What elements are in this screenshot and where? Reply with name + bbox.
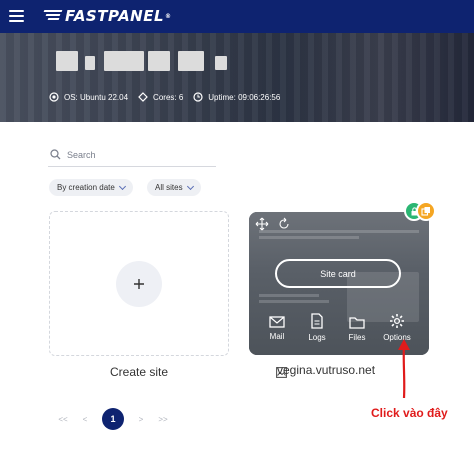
cores-stat: Cores: 6 bbox=[138, 92, 183, 102]
server-stats: OS: Ubuntu 22.04 Cores: 6 Uptime: 09:06:… bbox=[49, 92, 290, 102]
create-site-button[interactable] bbox=[116, 261, 162, 307]
redacted-server-name bbox=[104, 51, 144, 71]
logo-mark-icon bbox=[43, 10, 63, 22]
cpu-icon bbox=[138, 92, 148, 102]
mail-icon bbox=[269, 316, 285, 328]
brand-logo[interactable]: FASTPANEL ® bbox=[43, 7, 172, 25]
page-current-button[interactable]: 1 bbox=[102, 408, 124, 430]
scope-label: All sites bbox=[155, 183, 183, 192]
logs-action[interactable]: Logs bbox=[299, 313, 335, 342]
create-site-label[interactable]: Create site bbox=[49, 365, 229, 379]
files-label: Files bbox=[348, 333, 366, 342]
clock-icon bbox=[193, 92, 203, 102]
cores-text: Cores: 6 bbox=[153, 92, 184, 102]
pagination: << < 1 > >> bbox=[52, 408, 174, 430]
server-hero: OS: Ubuntu 22.04 Cores: 6 Uptime: 09:06:… bbox=[0, 33, 474, 122]
page-prev-button[interactable]: < bbox=[74, 415, 96, 424]
brand-name: FASTPANEL bbox=[65, 7, 165, 25]
page-first-button[interactable]: << bbox=[52, 415, 74, 424]
search-input[interactable] bbox=[67, 149, 207, 160]
screenshot-line bbox=[259, 236, 359, 239]
scope-dropdown[interactable]: All sites bbox=[147, 179, 201, 196]
redacted-server-name bbox=[215, 56, 227, 70]
redacted-server-name bbox=[85, 56, 95, 70]
redacted-server-name bbox=[148, 51, 170, 71]
redacted-server-name bbox=[56, 51, 78, 71]
plus-icon bbox=[134, 279, 144, 289]
page-last-button[interactable]: >> bbox=[152, 415, 174, 424]
refresh-icon[interactable] bbox=[277, 217, 291, 231]
document-icon bbox=[311, 313, 323, 329]
status-badge-orange[interactable] bbox=[416, 201, 436, 221]
mail-action[interactable]: Mail bbox=[259, 316, 295, 341]
screenshot-line bbox=[259, 294, 319, 297]
copy-icon bbox=[421, 207, 430, 216]
files-action[interactable]: Files bbox=[339, 316, 375, 342]
folder-icon bbox=[349, 317, 365, 329]
screenshot-line bbox=[259, 300, 329, 303]
search-icon bbox=[50, 149, 61, 160]
search-field[interactable] bbox=[48, 143, 216, 167]
os-text: OS: Ubuntu 22.04 bbox=[64, 92, 129, 102]
os-stat: OS: Ubuntu 22.04 bbox=[49, 92, 128, 102]
gear-icon bbox=[390, 314, 404, 328]
logs-label: Logs bbox=[308, 333, 326, 342]
site-card[interactable]: Site card Mail Logs Files Options bbox=[249, 212, 429, 355]
uptime-stat: Uptime: 09:06:26:56 bbox=[193, 92, 280, 102]
sort-label: By creation date bbox=[57, 183, 115, 192]
uptime-text: Uptime: 09:06:26:56 bbox=[208, 92, 281, 102]
annotation-text: Click vào đây bbox=[371, 406, 448, 420]
move-icon[interactable] bbox=[255, 217, 269, 231]
chevron-down-icon bbox=[186, 182, 194, 190]
mail-label: Mail bbox=[269, 332, 285, 341]
chevron-down-icon bbox=[118, 182, 126, 190]
redacted-server-name bbox=[178, 51, 204, 71]
sort-dropdown[interactable]: By creation date bbox=[49, 179, 133, 196]
hamburger-icon[interactable] bbox=[9, 10, 24, 22]
arrow-up-icon bbox=[398, 339, 410, 399]
site-url-link[interactable]: vegina.vutruso.net bbox=[277, 363, 375, 377]
top-bar: FASTPANEL ® bbox=[0, 0, 474, 33]
page-next-button[interactable]: > bbox=[130, 415, 152, 424]
os-icon bbox=[49, 92, 59, 102]
site-card-button[interactable]: Site card bbox=[275, 259, 401, 288]
brand-trademark: ® bbox=[165, 12, 172, 20]
card-top-icons bbox=[255, 217, 291, 231]
